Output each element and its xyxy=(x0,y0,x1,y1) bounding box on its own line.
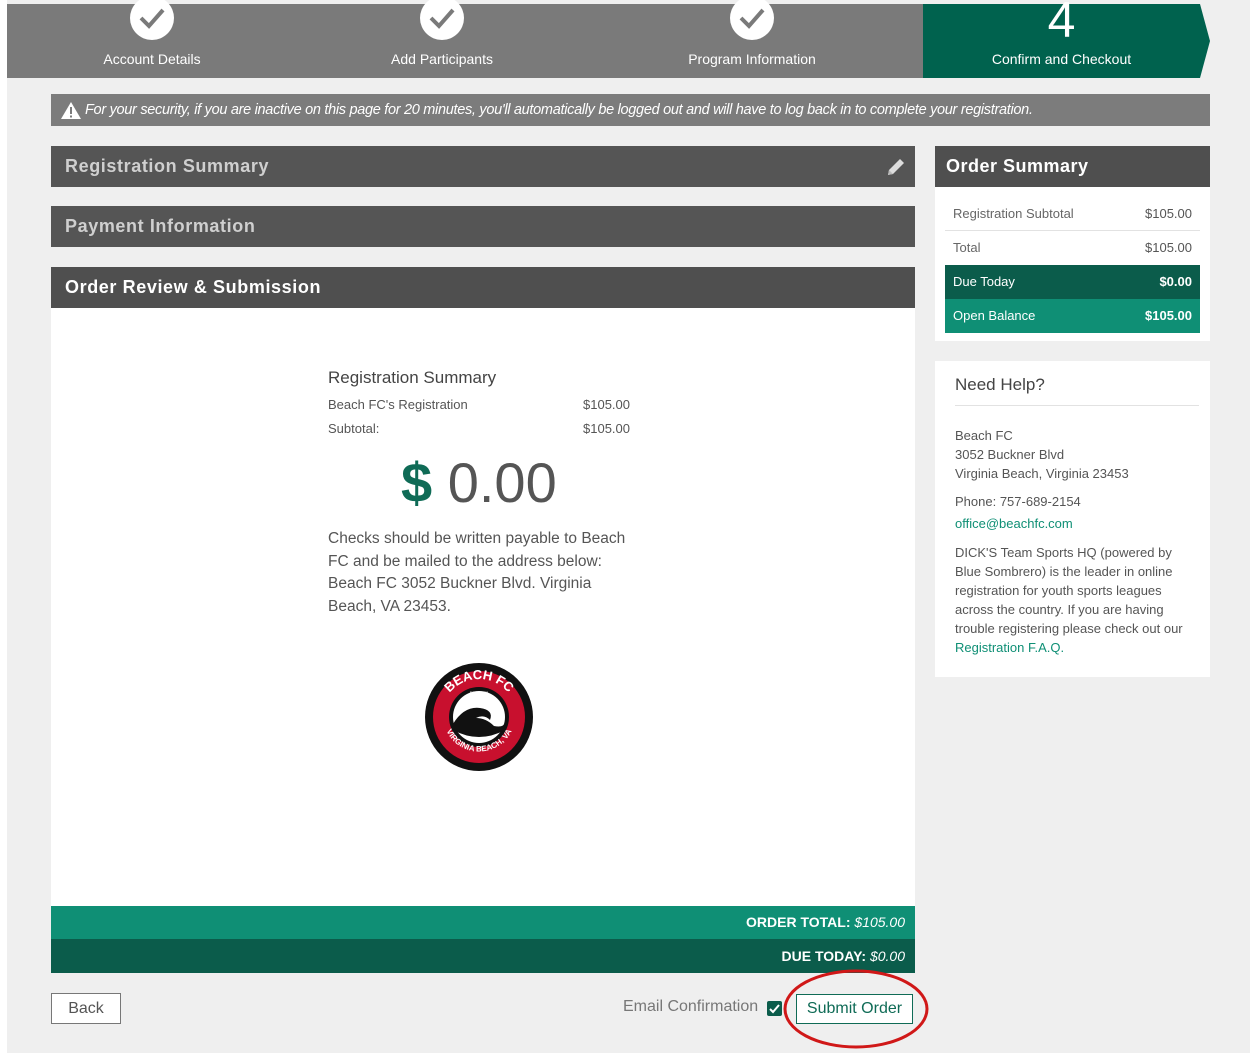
checkout-progress: Account Details Add Participants Program… xyxy=(7,0,1250,78)
review-subtotal-amount: $105.00 xyxy=(583,421,630,436)
due-today-label: DUE TODAY: xyxy=(781,948,867,964)
order-review-content: Registration Summary Beach FC's Registra… xyxy=(51,308,915,906)
review-item-amount: $105.00 xyxy=(583,397,630,412)
step-account-details[interactable]: Account Details xyxy=(7,0,297,78)
summary-row-total: Total $105.00 xyxy=(945,231,1200,265)
due-today-value: $0.00 xyxy=(869,948,905,964)
help-street: 3052 Buckner Blvd xyxy=(955,447,1065,462)
step-number: 4 xyxy=(1047,0,1076,48)
review-subtotal-row: Subtotal: $105.00 xyxy=(328,421,630,436)
help-desc-text: DICK'S Team Sports HQ (powered by Blue S… xyxy=(955,545,1183,636)
step-add-participants[interactable]: Add Participants xyxy=(297,0,587,78)
check-icon xyxy=(130,0,174,40)
order-total-bar: ORDER TOTAL: $105.00 xyxy=(51,906,915,939)
help-org: Beach FC xyxy=(955,428,1013,443)
summary-label: Due Today xyxy=(953,274,1015,289)
summary-label: Total xyxy=(953,240,981,255)
check-icon xyxy=(420,0,464,40)
check-icon xyxy=(730,0,774,40)
section-title: Payment Information xyxy=(65,216,256,236)
warning-text: For your security, if you are inactive o… xyxy=(85,102,1033,118)
summary-label: Registration Subtotal xyxy=(953,206,1074,221)
order-summary-panel: Registration Subtotal $105.00 Total $105… xyxy=(935,187,1210,341)
summary-amount: $105.00 xyxy=(1145,240,1192,255)
logo-est-text: EST. 1989 xyxy=(470,690,489,695)
email-confirmation-checkbox[interactable] xyxy=(767,1001,782,1016)
section-title: Order Review & Submission xyxy=(65,277,322,297)
amount-due-value: 0.00 xyxy=(447,451,557,514)
step-program-information[interactable]: Program Information xyxy=(587,0,923,78)
summary-amount: $0.00 xyxy=(1159,274,1192,289)
security-warning: For your security, if you are inactive o… xyxy=(51,94,1210,126)
summary-row-subtotal: Registration Subtotal $105.00 xyxy=(945,197,1200,231)
beach-fc-logo: BEACH FC EST. 1989 VIRGINIA BEACH, VA xyxy=(425,663,533,771)
checkmark-icon xyxy=(769,1004,780,1014)
back-button[interactable]: Back xyxy=(51,993,121,1024)
highlight-circle-annotation xyxy=(783,969,929,1049)
review-item-label: Beach FC's Registration xyxy=(328,397,468,412)
step-label: Account Details xyxy=(103,51,201,67)
help-phone: Phone: 757-689-2154 xyxy=(955,494,1081,509)
payment-information-section[interactable]: Payment Information xyxy=(51,206,915,247)
step-label: Add Participants xyxy=(391,51,493,67)
summary-amount: $105.00 xyxy=(1145,308,1192,323)
summary-row-open-balance: Open Balance $105.00 xyxy=(945,299,1200,333)
review-item-row: Beach FC's Registration $105.00 xyxy=(328,397,630,412)
dollar-sign: $ xyxy=(401,451,433,514)
email-confirmation-label: Email Confirmation xyxy=(623,998,759,1015)
step-confirm-checkout[interactable]: 4 Confirm and Checkout xyxy=(923,0,1200,78)
order-review-section[interactable]: Order Review & Submission xyxy=(51,267,915,308)
registration-summary-section[interactable]: Registration Summary xyxy=(51,146,915,187)
step-label: Confirm and Checkout xyxy=(991,51,1132,67)
help-city: Virginia Beach, Virginia 23453 xyxy=(955,466,1129,481)
summary-label: Open Balance xyxy=(953,308,1036,323)
order-summary-title: Order Summary xyxy=(935,146,1210,187)
help-address: Beach FC 3052 Buckner Blvd Virginia Beac… xyxy=(955,426,1129,483)
summary-amount: $105.00 xyxy=(1145,206,1192,221)
faq-link[interactable]: Registration F.A.Q. xyxy=(955,640,1064,655)
warning-icon xyxy=(61,102,81,119)
help-panel: Need Help? Beach FC 3052 Buckner Blvd Vi… xyxy=(935,361,1210,677)
pencil-icon[interactable] xyxy=(885,156,907,178)
help-email-link[interactable]: office@beachfc.com xyxy=(955,516,1073,531)
summary-row-due-today: Due Today $0.00 xyxy=(945,265,1200,299)
check-instructions: Checks should be written payable to Beac… xyxy=(328,530,626,615)
review-title: Registration Summary xyxy=(328,368,497,387)
order-total-label: ORDER TOTAL: xyxy=(746,914,851,930)
amount-due-display: $ 0.00 xyxy=(401,450,557,515)
step-label: Program Information xyxy=(688,51,816,67)
order-total-value: $105.00 xyxy=(854,914,905,930)
help-title: Need Help? xyxy=(955,375,1045,394)
step-arrow-tip xyxy=(1200,4,1210,78)
divider xyxy=(955,405,1199,406)
review-subtotal-label: Subtotal: xyxy=(328,421,380,436)
section-title: Registration Summary xyxy=(65,156,270,176)
help-description: DICK'S Team Sports HQ (powered by Blue S… xyxy=(955,543,1195,657)
